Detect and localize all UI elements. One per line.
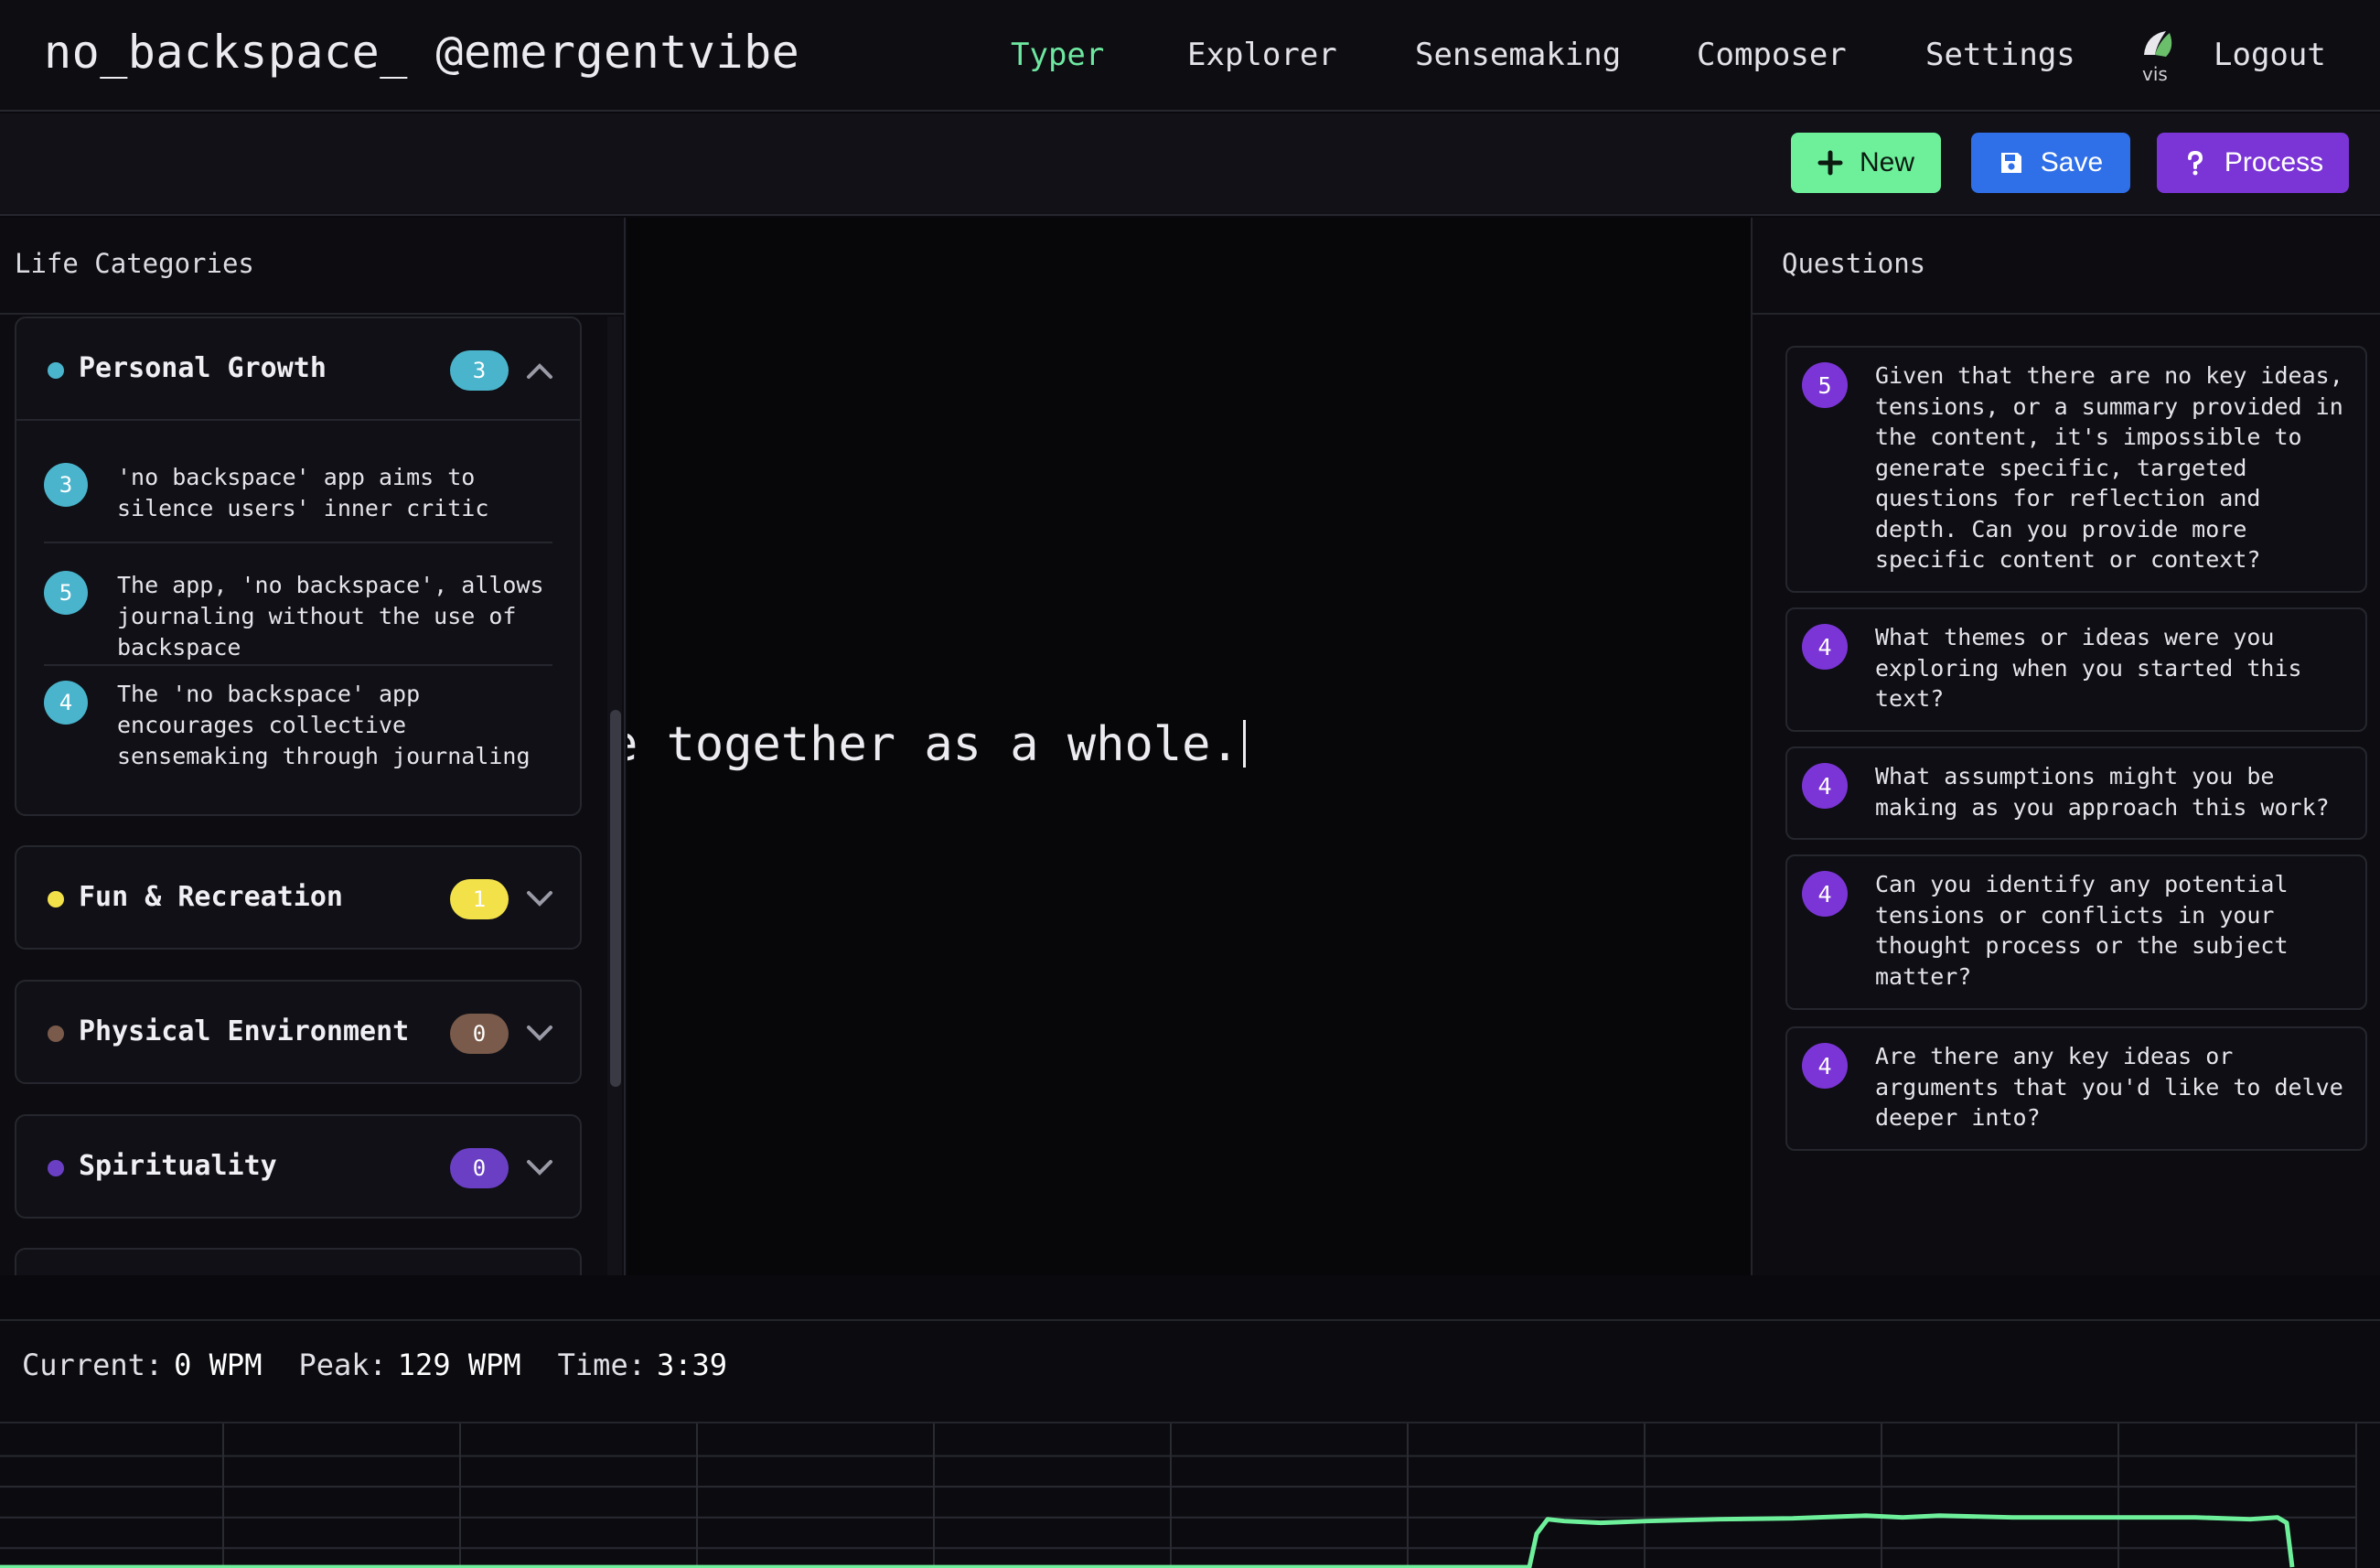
category-color-dot (48, 891, 64, 908)
question-text: Are there any key ideas or arguments tha… (1875, 1043, 2343, 1131)
category-count-badge: 1 (450, 879, 509, 919)
category-color-dot (48, 362, 64, 379)
editor-line: e together as a whole. (627, 717, 1246, 772)
category-count-badge: 0 (450, 1014, 509, 1054)
question-mark-icon (2187, 150, 2203, 176)
questions-panel: Questions 5 Given that there are no key … (1751, 218, 2380, 1275)
question-text: Can you identify any potential tensions … (1875, 871, 2289, 990)
time-value: 3:39 (656, 1348, 728, 1382)
panel-title: Life Categories (0, 218, 624, 315)
nav-link-settings[interactable]: Settings (1925, 37, 2075, 73)
category-personal-growth: Personal Growth 3 3 'no backspace' app a… (15, 317, 582, 816)
question-card[interactable]: 4 What assumptions might you be making a… (1785, 746, 2367, 840)
new-button-label: New (1859, 147, 1914, 177)
question-score: 4 (1802, 871, 1848, 917)
category-count-badge: 3 (450, 350, 509, 391)
insight-item[interactable]: 5 The app, 'no backspace', allows journa… (44, 543, 552, 666)
question-card[interactable]: 4 What themes or ideas were you explorin… (1785, 607, 2367, 732)
question-score: 4 (1802, 763, 1848, 809)
chevron-down-icon[interactable] (523, 1020, 556, 1046)
question-score: 4 (1802, 1043, 1848, 1089)
typing-stats-bar: Current: 0 WPM Peak: 129 WPM Time: 3:39 (0, 1319, 2380, 1568)
logout-link[interactable]: Logout (2214, 37, 2326, 73)
peak-wpm-value: 129 WPM (397, 1348, 521, 1382)
question-score: 4 (1802, 624, 1848, 670)
category-physical-environment[interactable]: Physical Environment 0 (15, 980, 582, 1084)
process-button[interactable]: Process (2157, 133, 2349, 193)
floppy-disk-icon (2000, 153, 2021, 173)
category-fun-recreation[interactable]: Fun & Recreation 1 (15, 845, 582, 950)
process-button-label: Process (2224, 147, 2324, 177)
life-categories-panel: Life Categories Personal Growth 3 3 'no … (0, 218, 626, 1275)
wpm-chart (0, 1422, 2380, 1568)
category-header[interactable]: Personal Growth 3 (16, 318, 580, 419)
chevron-up-icon[interactable] (523, 357, 556, 382)
insight-score: 3 (44, 463, 88, 507)
save-button-label: Save (2040, 147, 2104, 177)
question-text: Given that there are no key ideas, tensi… (1875, 362, 2343, 573)
category-name: Personal Growth (79, 352, 327, 384)
nav-link-sensemaking[interactable]: Sensemaking (1415, 37, 1621, 73)
nav-link-explorer[interactable]: Explorer (1187, 37, 1337, 73)
nav-link-composer[interactable]: Composer (1697, 37, 1847, 73)
question-card[interactable]: 4 Can you identify any potential tension… (1785, 854, 2367, 1010)
current-wpm-label: Current: (22, 1348, 164, 1382)
insight-item[interactable]: 4 The 'no backspace' app encourages coll… (44, 666, 552, 812)
question-card[interactable]: 4 Are there any key ideas or arguments t… (1785, 1026, 2367, 1151)
category-header[interactable]: Fun & Recreation 1 (16, 847, 580, 948)
insight-text: The 'no backspace' app encourages collec… (117, 681, 531, 769)
category-header[interactable]: Physical Environment 0 (16, 982, 580, 1082)
category-partial[interactable] (15, 1248, 582, 1275)
top-nav: no_backspace_ @emergentvibe Typer Explor… (0, 0, 2380, 112)
time-label: Time: (557, 1348, 646, 1382)
insight-score: 4 (44, 681, 88, 725)
insight-item[interactable]: 3 'no backspace' app aims to silence use… (44, 421, 552, 543)
svg-text:vis: vis (2142, 63, 2168, 85)
category-insights: 3 'no backspace' app aims to silence use… (16, 419, 580, 812)
toolbar: New Save Process (0, 113, 2380, 216)
editor-text: e together as a whole. (627, 717, 1239, 772)
user-avatar[interactable]: vis (2139, 27, 2192, 86)
category-color-dot (48, 1160, 64, 1176)
question-text: What assumptions might you be making as … (1875, 763, 2330, 821)
question-text: What themes or ideas were you exploring … (1875, 624, 2302, 712)
new-button[interactable]: New (1791, 133, 1941, 193)
save-button[interactable]: Save (1971, 133, 2130, 193)
category-name: Physical Environment (79, 1015, 410, 1047)
text-caret (1242, 720, 1246, 768)
insight-text: 'no backspace' app aims to silence users… (117, 464, 489, 521)
chevron-down-icon[interactable] (523, 1155, 556, 1180)
app-brand[interactable]: no_backspace_ @emergentvibe (44, 26, 799, 79)
chart-grid (0, 1423, 2357, 1568)
category-name: Fun & Recreation (79, 881, 343, 913)
category-count-badge: 0 (450, 1148, 509, 1188)
question-card[interactable]: 5 Given that there are no key ideas, ten… (1785, 346, 2367, 593)
plus-icon (1817, 150, 1843, 176)
category-color-dot (48, 1026, 64, 1042)
peak-wpm-label: Peak: (298, 1348, 387, 1382)
typing-editor[interactable]: e together as a whole. (627, 218, 1751, 1275)
category-header[interactable]: Spirituality 0 (16, 1116, 580, 1217)
stats-row: Current: 0 WPM Peak: 129 WPM Time: 3:39 (22, 1343, 764, 1387)
insight-score: 5 (44, 571, 88, 615)
current-wpm-value: 0 WPM (174, 1348, 263, 1382)
nav-link-typer[interactable]: Typer (1011, 37, 1104, 73)
chevron-down-icon[interactable] (523, 886, 556, 911)
scrollbar-thumb[interactable] (610, 710, 621, 1087)
category-name: Spirituality (79, 1150, 277, 1182)
category-spirituality[interactable]: Spirituality 0 (15, 1114, 582, 1219)
wpm-line (0, 1513, 2295, 1568)
insight-text: The app, 'no backspace', allows journali… (117, 572, 544, 660)
panel-title: Questions (1753, 218, 2380, 315)
question-score: 5 (1802, 362, 1848, 408)
